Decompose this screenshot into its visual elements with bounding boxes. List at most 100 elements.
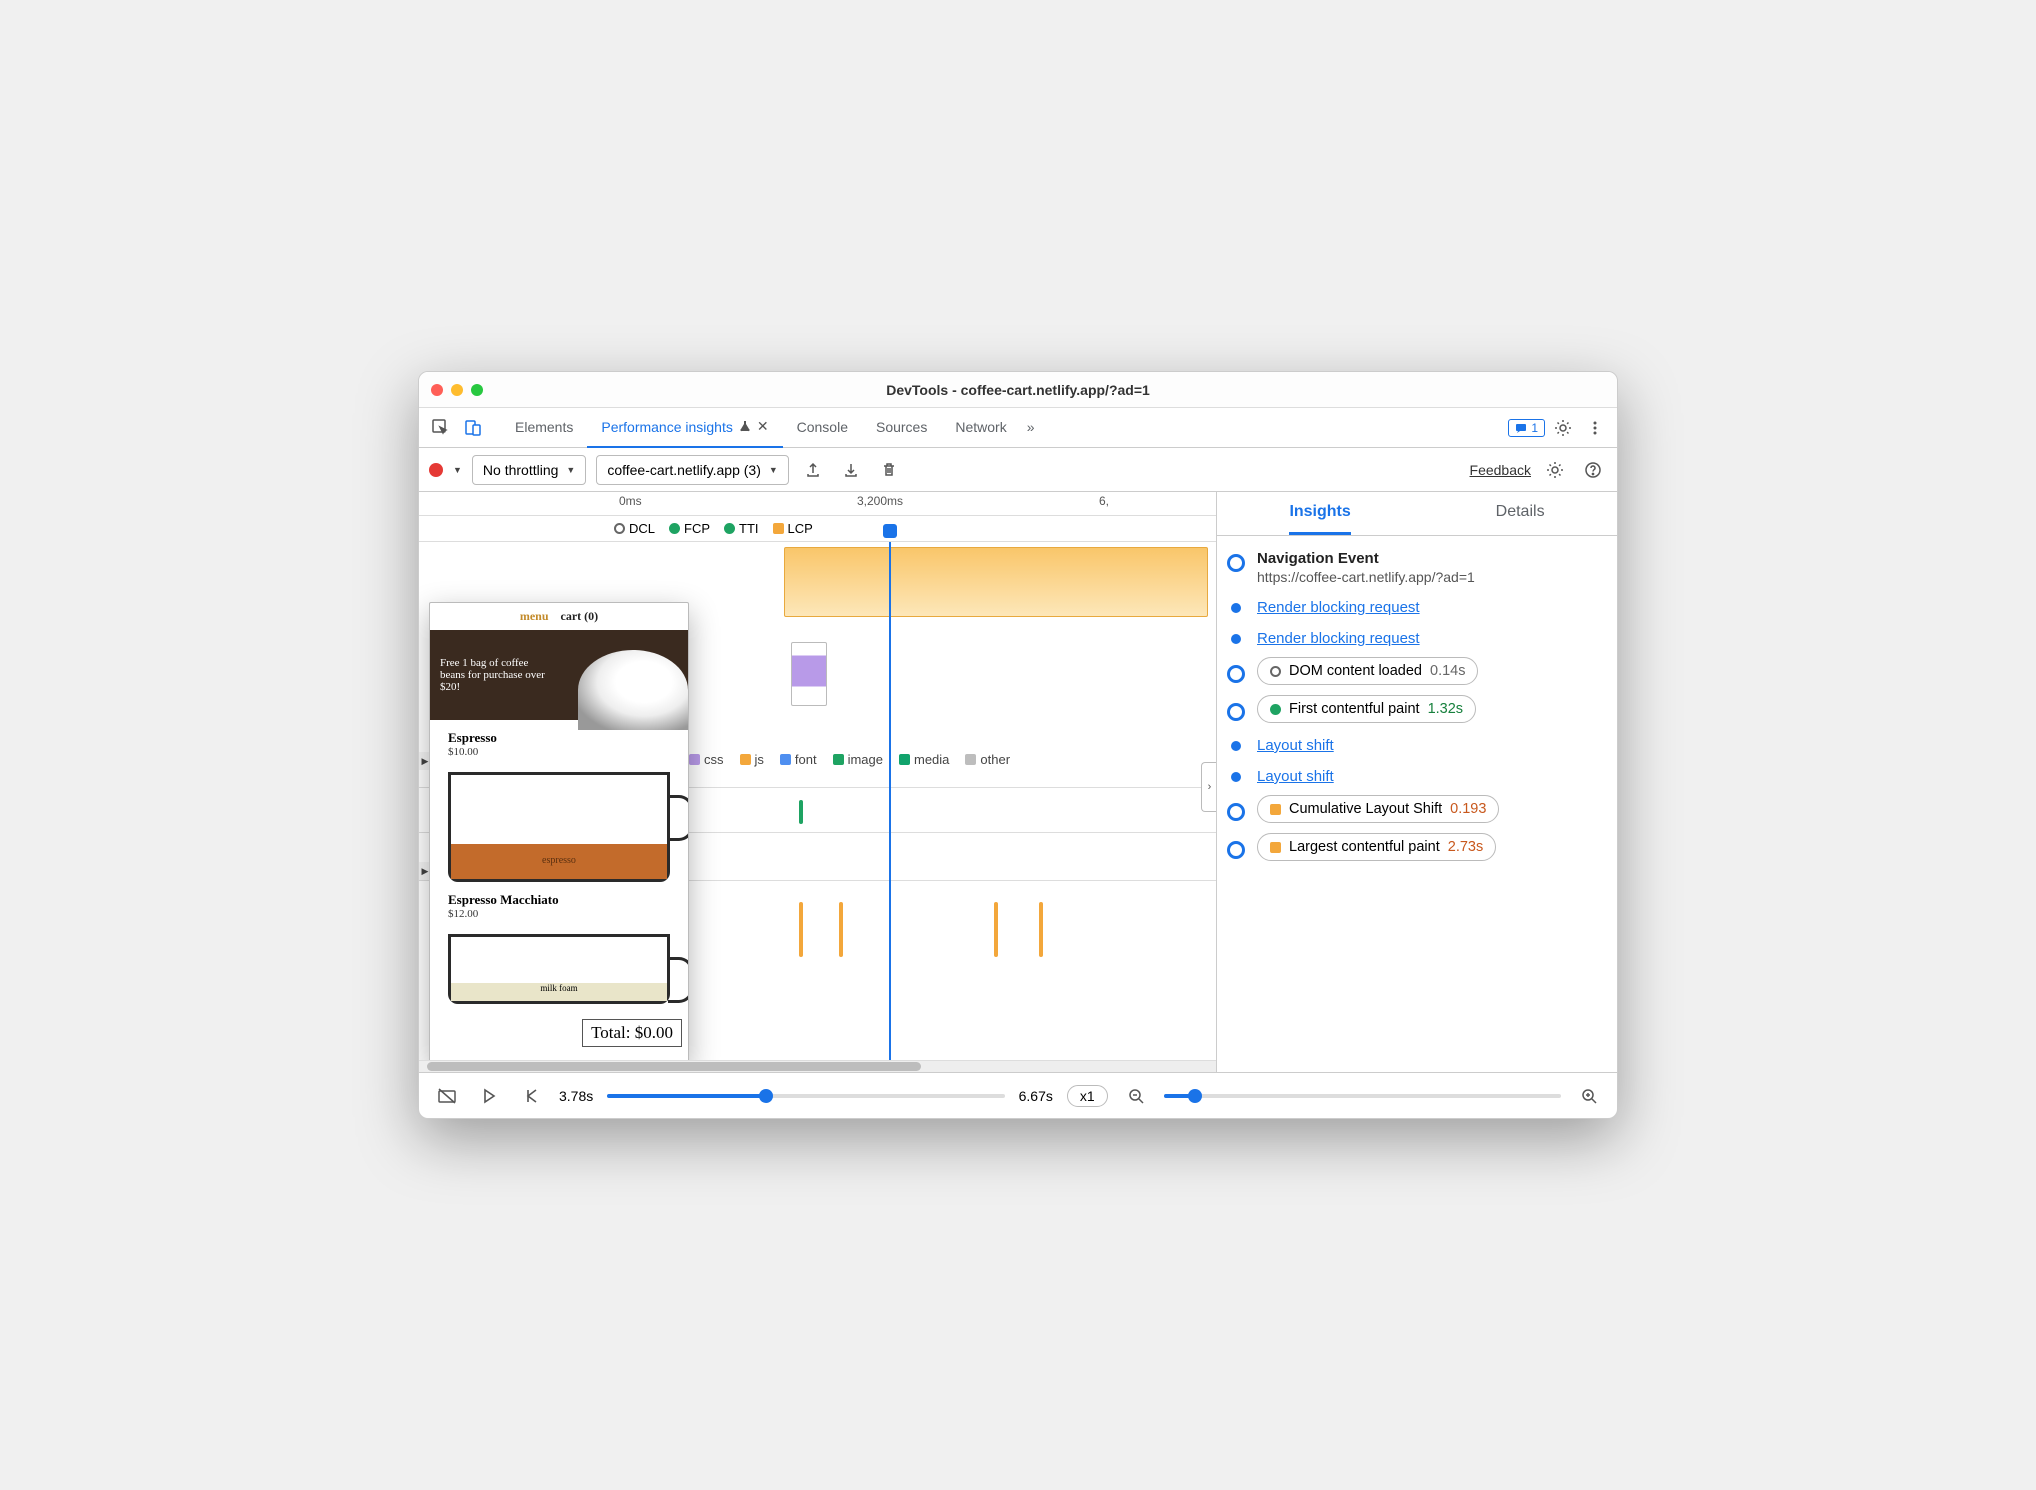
lcp-square-icon <box>1270 842 1281 853</box>
record-button[interactable] <box>429 463 443 477</box>
preview-nav: menu cart (0) <box>430 603 688 630</box>
download-icon[interactable] <box>837 456 865 484</box>
issues-badge[interactable]: 1 <box>1508 419 1545 437</box>
preview-total: Total: $0.00 <box>582 1019 682 1047</box>
expand-sidebar-button[interactable]: › <box>1201 762 1217 812</box>
timeline-minor-node-icon <box>1231 634 1241 644</box>
window-title: DevTools - coffee-cart.netlify.app/?ad=1 <box>419 382 1617 398</box>
insight-render-blocking-2[interactable]: Render blocking request <box>1257 630 1420 647</box>
insight-cls[interactable]: Cumulative Layout Shift 0.193 <box>1257 795 1499 823</box>
settings-gear-icon[interactable] <box>1549 414 1577 442</box>
timeline-body[interactable]: ▶ ▶ css js font image media other <box>419 542 1216 1060</box>
zoom-out-icon[interactable] <box>1122 1082 1150 1110</box>
titlebar: DevTools - coffee-cart.netlify.app/?ad=1 <box>419 372 1617 408</box>
preview-menu-link: menu <box>520 609 549 624</box>
fcp-dot-icon <box>1270 704 1281 715</box>
insight-layout-shift-2[interactable]: Layout shift <box>1257 768 1334 785</box>
timeline-minor-node-icon <box>1231 772 1241 782</box>
speed-chip[interactable]: x1 <box>1067 1085 1108 1107</box>
marker-row: DCL FCP TTI LCP <box>419 516 1216 542</box>
espresso-mug-icon: espresso <box>448 772 670 882</box>
insight-layout-shift-1[interactable]: Layout shift <box>1257 737 1334 754</box>
more-tabs-button[interactable]: » <box>1021 408 1041 448</box>
kebab-menu-icon[interactable] <box>1581 414 1609 442</box>
timeline-ruler[interactable]: 0ms 3,200ms 6, <box>419 492 1216 516</box>
marker-dcl: DCL <box>614 521 655 536</box>
time-slider[interactable] <box>607 1094 1004 1098</box>
performance-toolbar: ▼ No throttling▼ coffee-cart.netlify.app… <box>419 448 1617 492</box>
skip-start-button[interactable] <box>517 1082 545 1110</box>
insights-panel: Insights Details Navigation Event https:… <box>1217 492 1617 1072</box>
total-time: 6.67s <box>1019 1088 1053 1104</box>
panel-tabbar: Elements Performance insights ✕ Console … <box>419 408 1617 448</box>
marker-lcp: LCP <box>773 521 813 536</box>
zoom-in-icon[interactable] <box>1575 1082 1603 1110</box>
throttling-dropdown[interactable]: No throttling▼ <box>472 455 586 485</box>
device-toolbar-icon[interactable] <box>459 414 487 442</box>
profile-dropdown[interactable]: coffee-cart.netlify.app (3)▼ <box>596 455 788 485</box>
devtools-window: DevTools - coffee-cart.netlify.app/?ad=1… <box>418 371 1618 1119</box>
tick-label: 3,200ms <box>857 494 903 508</box>
record-menu-caret[interactable]: ▼ <box>453 465 462 475</box>
horizontal-scrollbar[interactable] <box>419 1060 1216 1072</box>
resource-legend: css js font image media other <box>689 752 1206 767</box>
coffee-cup-graphic <box>578 650 688 730</box>
main-thread-block[interactable] <box>784 547 1208 617</box>
dcl-ring-icon <box>1270 666 1281 677</box>
tab-elements[interactable]: Elements <box>501 408 587 448</box>
timeline-node-icon <box>1227 554 1245 572</box>
resource-bar[interactable] <box>1039 902 1043 957</box>
inspect-element-icon[interactable] <box>427 414 455 442</box>
macchiato-mug-icon: milk foam <box>448 934 670 1004</box>
tab-insights[interactable]: Insights <box>1289 492 1350 535</box>
flask-icon <box>739 419 751 435</box>
insight-dcl[interactable]: DOM content loaded 0.14s <box>1257 657 1478 685</box>
play-button[interactable] <box>475 1082 503 1110</box>
marker-tti: TTI <box>724 521 759 536</box>
marker-fcp: FCP <box>669 521 710 536</box>
tab-details[interactable]: Details <box>1496 492 1545 535</box>
resource-bar[interactable] <box>994 902 998 957</box>
zoom-slider[interactable] <box>1164 1094 1561 1098</box>
main-area: 0ms 3,200ms 6, DCL FCP TTI LCP ▶ ▶ css j… <box>419 492 1617 1072</box>
preview-cart-link: cart (0) <box>561 609 599 624</box>
insight-navigation[interactable]: Navigation Event https://coffee-cart.net… <box>1257 550 1607 585</box>
tick-label: 6, <box>1099 494 1109 508</box>
insight-lcp[interactable]: Largest contentful paint 2.73s <box>1257 833 1496 861</box>
preview-hero: Free 1 bag of coffee beans for purchase … <box>430 630 688 720</box>
timeline-panel: 0ms 3,200ms 6, DCL FCP TTI LCP ▶ ▶ css j… <box>419 492 1217 1072</box>
screenshot-toggle-icon[interactable] <box>433 1082 461 1110</box>
upload-icon[interactable] <box>799 456 827 484</box>
tab-sources[interactable]: Sources <box>862 408 941 448</box>
resource-bar[interactable] <box>799 902 803 957</box>
timeline-node-icon <box>1227 841 1245 859</box>
close-tab-icon[interactable]: ✕ <box>757 418 769 435</box>
current-time: 3.78s <box>559 1088 593 1104</box>
delete-icon[interactable] <box>875 456 903 484</box>
cls-square-icon <box>1270 804 1281 815</box>
insights-list: Navigation Event https://coffee-cart.net… <box>1217 536 1617 1072</box>
insight-fcp[interactable]: First contentful paint 1.32s <box>1257 695 1476 723</box>
timeline-minor-node-icon <box>1231 603 1241 613</box>
filmstrip-thumbnail[interactable] <box>791 642 827 706</box>
insights-tabbar: Insights Details <box>1217 492 1617 536</box>
timeline-minor-node-icon <box>1231 741 1241 751</box>
resource-bar[interactable] <box>799 800 803 824</box>
preview-product-2: Espresso Macchiato $12.00 <box>430 882 688 924</box>
tab-console[interactable]: Console <box>783 408 862 448</box>
feedback-link[interactable]: Feedback <box>1470 462 1531 478</box>
filmstrip-preview: menu cart (0) Free 1 bag of coffee beans… <box>429 602 689 1062</box>
tab-performance-insights[interactable]: Performance insights ✕ <box>587 408 782 448</box>
timeline-node-icon <box>1227 803 1245 821</box>
insight-render-blocking-1[interactable]: Render blocking request <box>1257 599 1420 616</box>
playback-footer: 3.78s 6.67s x1 <box>419 1072 1617 1118</box>
timeline-node-icon <box>1227 665 1245 683</box>
tick-label: 0ms <box>619 494 642 508</box>
tab-network[interactable]: Network <box>941 408 1020 448</box>
help-icon[interactable] <box>1579 456 1607 484</box>
timeline-node-icon <box>1227 703 1245 721</box>
resource-bar[interactable] <box>839 902 843 957</box>
panel-tabs: Elements Performance insights ✕ Console … <box>501 408 1041 448</box>
playhead[interactable] <box>889 542 891 1060</box>
panel-settings-gear-icon[interactable] <box>1541 456 1569 484</box>
